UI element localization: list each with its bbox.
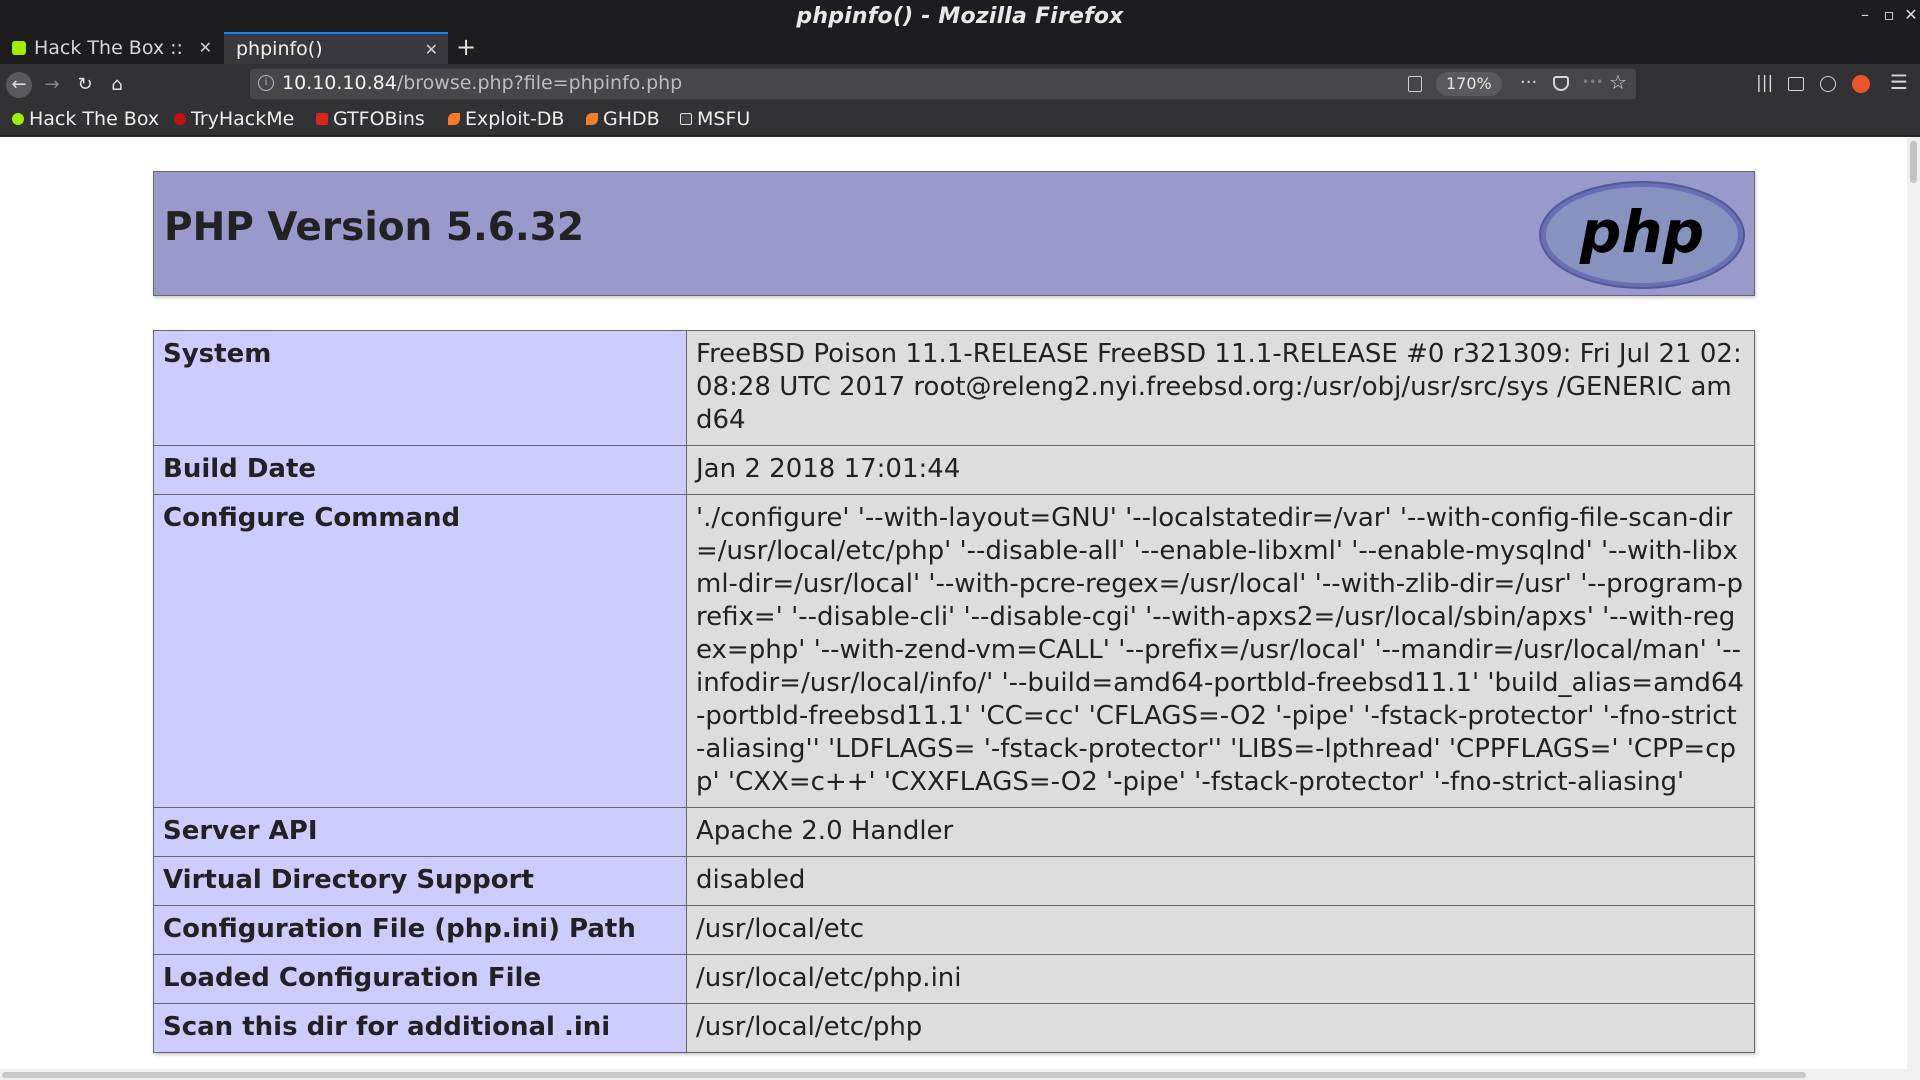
tab-hackthebox[interactable]: Hack The Box :: M ✕: [0, 32, 222, 64]
exploitdb-icon: [448, 113, 460, 125]
page-content[interactable]: PHP Version 5.6.32 php System FreeBSD Poi…: [0, 137, 1907, 1069]
row-key: Configuration File (php.ini) Path: [153, 905, 687, 955]
horizontal-scroll-thumb[interactable]: [2, 1072, 1806, 1078]
horizontal-scrollbar[interactable]: [0, 1069, 1920, 1080]
row-key: Virtual Directory Support: [153, 856, 687, 906]
address-bar[interactable]: i 10.10.10.84/browse.php?file=phpinfo.ph…: [250, 69, 1636, 99]
msfu-icon: [680, 113, 692, 125]
forward-button[interactable]: →: [39, 72, 65, 98]
maximize-button[interactable]: ▫: [1878, 4, 1900, 26]
tab-strip: Hack The Box :: M ✕ phpinfo() ✕: [0, 32, 1920, 64]
library-icon[interactable]: |||: [1756, 73, 1773, 93]
bookmark-star-icon[interactable]: ☆: [1609, 70, 1627, 94]
window-title: phpinfo() - Mozilla Firefox: [796, 4, 1124, 29]
new-tab-button[interactable]: +: [456, 35, 476, 59]
thm-icon: [174, 113, 186, 125]
vertical-scroll-thumb[interactable]: [1910, 141, 1917, 183]
svg-text:php: php: [1579, 198, 1704, 266]
table-row: Scan this dir for additional .ini/usr/lo…: [153, 1003, 1755, 1053]
row-key: System: [153, 330, 687, 446]
account-icon[interactable]: [1820, 76, 1836, 92]
reload-button[interactable]: ↻: [72, 72, 98, 98]
php-info-table: System FreeBSD Poison 11.1-RELEASE FreeBS…: [153, 330, 1755, 1053]
table-row: Server API Apache 2.0 Handler: [153, 807, 1755, 857]
window-titlebar: phpinfo() - Mozilla Firefox – ▫ ✕: [0, 0, 1920, 32]
bookmark-label: GTFOBins: [333, 108, 425, 130]
row-value: /usr/local/etc/php.ini: [686, 954, 1755, 1004]
htb-icon: [12, 113, 24, 125]
close-window-button[interactable]: ✕: [1900, 4, 1920, 26]
table-row: Configure Command './configure' '--with-l…: [153, 494, 1755, 808]
table-row: Configuration File (php.ini) Path/usr/lo…: [153, 905, 1755, 955]
php-logo: php: [1539, 181, 1745, 289]
extension-icon[interactable]: [1852, 75, 1870, 93]
bookmark-label: TryHackMe: [191, 108, 295, 130]
site-info-icon[interactable]: i: [258, 75, 274, 91]
hamburger-menu-icon[interactable]: ☰: [1890, 70, 1908, 94]
bookmark-msfu[interactable]: MSFU: [680, 108, 750, 130]
row-value: /usr/local/etc/php: [686, 1003, 1755, 1053]
bookmark-label: MSFU: [697, 108, 751, 130]
reader-view-icon[interactable]: [1408, 76, 1422, 92]
row-key: Loaded Configuration File: [153, 954, 687, 1004]
php-version-header: PHP Version 5.6.32 php: [153, 171, 1755, 296]
table-row: Virtual Directory Support disabled: [153, 856, 1755, 906]
close-tab-icon[interactable]: ✕: [425, 40, 438, 59]
bookmark-exploitdb[interactable]: Exploit-DB: [448, 108, 564, 130]
table-row: Build Date Jan 2 2018 17:01:44: [153, 445, 1755, 495]
url-text[interactable]: 10.10.10.84/browse.php?file=phpinfo.php: [282, 72, 682, 94]
ghdb-icon: [586, 113, 598, 125]
table-row: System FreeBSD Poison 11.1-RELEASE FreeBS…: [153, 330, 1755, 446]
bookmark-tryhackme[interactable]: TryHackMe: [174, 108, 294, 130]
vertical-scrollbar[interactable]: [1907, 137, 1920, 1069]
tab-label: phpinfo(): [236, 38, 323, 60]
navigation-toolbar: ← → ↻ ⌂ i 10.10.10.84/browse.php?file=ph…: [0, 64, 1920, 104]
row-key: Configure Command: [153, 494, 687, 808]
page-actions-icon[interactable]: ···: [1520, 72, 1537, 93]
bookmark-label: Hack The Box: [29, 108, 160, 130]
tab-phpinfo[interactable]: phpinfo() ✕: [224, 32, 448, 64]
row-key: Server API: [153, 807, 687, 857]
minimize-button[interactable]: –: [1854, 4, 1876, 26]
row-value: Apache 2.0 Handler: [686, 807, 1755, 857]
close-tab-icon[interactable]: ✕: [199, 38, 212, 57]
row-value: disabled: [686, 856, 1755, 906]
bookmark-gtfobins[interactable]: GTFOBins: [316, 108, 425, 130]
back-button[interactable]: ←: [6, 72, 32, 98]
htb-favicon-icon: [12, 41, 26, 55]
row-key: Scan this dir for additional .ini: [153, 1003, 687, 1053]
tab-label: Hack The Box :: M: [34, 37, 184, 59]
zoom-level-button[interactable]: 170%: [1436, 72, 1502, 96]
row-value: /usr/local/etc: [686, 905, 1755, 955]
row-key: Build Date: [153, 445, 687, 495]
bookmark-hackthebox[interactable]: Hack The Box: [12, 108, 159, 130]
pocket-icon[interactable]: [1553, 76, 1569, 91]
row-value: './configure' '--with-layout=GNU' '--loc…: [686, 494, 1755, 808]
gtfobins-icon: [316, 113, 328, 125]
url-path: /browse.php?file=phpinfo.php: [396, 72, 683, 94]
bookmark-ghdb[interactable]: GHDB: [586, 108, 660, 130]
page-title: PHP Version 5.6.32: [164, 205, 585, 250]
row-value: FreeBSD Poison 11.1-RELEASE FreeBSD 11.1…: [686, 330, 1755, 446]
bookmark-label: Exploit-DB: [465, 108, 565, 130]
row-value: Jan 2 2018 17:01:44: [686, 445, 1755, 495]
bookmarks-toolbar: Hack The Box TryHackMe GTFOBins Exploit-…: [0, 104, 1920, 136]
bookmark-label: GHDB: [603, 108, 660, 130]
table-row: Loaded Configuration File/usr/local/etc/…: [153, 954, 1755, 1004]
url-host: 10.10.10.84: [282, 72, 397, 94]
home-button[interactable]: ⌂: [104, 72, 130, 98]
lastpass-icon[interactable]: •••: [1582, 75, 1603, 89]
sidebar-icon[interactable]: [1788, 77, 1804, 91]
